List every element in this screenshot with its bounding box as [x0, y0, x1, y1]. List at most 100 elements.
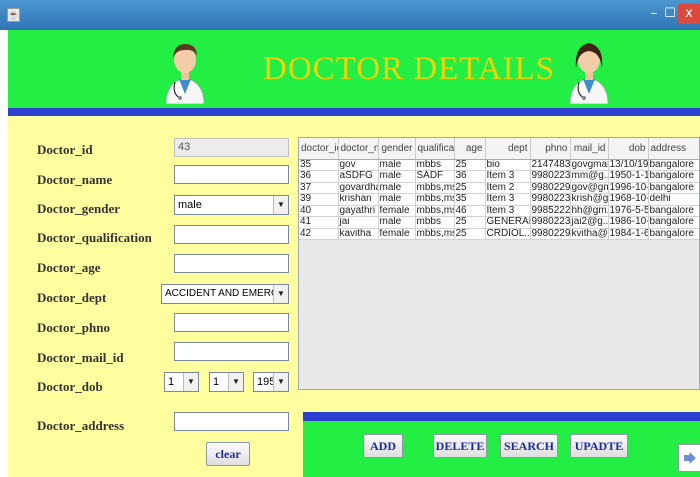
table-cell: Item 2	[485, 182, 531, 194]
doctor-age-label: Doctor_age	[37, 260, 101, 275]
gender-select[interactable]: male ▼	[174, 195, 289, 215]
table-cell: bangalore	[648, 205, 699, 217]
table-cell: 35	[299, 159, 339, 171]
update-button[interactable]: UPADTE	[570, 434, 628, 458]
table-cell: hh@gm...	[570, 205, 609, 217]
table-row[interactable]: 37govardhanmalembbs,ms25Item 29980229...…	[299, 182, 699, 194]
table-row[interactable]: 42 kavitha female mbbs,ms 25 CRDIOL... 9980229…	[299, 228, 699, 240]
table-cell: 36	[299, 170, 339, 183]
table-cell: 13/10/19...	[608, 159, 649, 171]
table-cell: 37	[299, 182, 339, 194]
table-cell: mbbs	[415, 159, 455, 171]
doctor-table[interactable]: doctor_iddoctor_n...genderqualificat...a…	[298, 137, 700, 390]
minimize-button[interactable]: –	[646, 4, 662, 24]
table-cell: 46	[454, 205, 486, 217]
column-header[interactable]: mail_id	[570, 138, 609, 160]
table-cell: govgmai...	[570, 159, 609, 171]
doctor-id-field: 43	[174, 138, 289, 157]
dob-day-value: 1	[168, 376, 175, 388]
column-header[interactable]: doctor_id	[299, 138, 339, 160]
table-row[interactable]: 40gayathrifemalembbs,ms46Item 39985222..…	[299, 205, 699, 217]
doctor-phno-field[interactable]	[174, 313, 289, 332]
table-cell: gov	[338, 159, 379, 171]
table-cell: male	[378, 193, 416, 206]
table-cell: krishan	[338, 193, 379, 206]
doctor-qualification-label: Doctor_qualification	[37, 230, 152, 245]
java-icon: ☕	[7, 8, 20, 22]
table-cell: bio	[485, 159, 531, 171]
next-button[interactable]	[678, 444, 700, 472]
table-cell: bangalore	[648, 170, 699, 183]
table-row[interactable]: 41jaimalembbs25GENERAL9980223...jai2@g..…	[299, 216, 699, 229]
table-cell: Item 3	[485, 193, 531, 206]
table-cell: mbbs,ms	[415, 205, 455, 217]
table-cell: gov@gm...	[570, 182, 609, 194]
close-button[interactable]: x	[678, 4, 700, 24]
table-header: doctor_iddoctor_n...genderqualificat...a…	[299, 138, 699, 160]
table-cell: Item 3	[485, 205, 531, 217]
table-cell: 9980223...	[530, 193, 571, 206]
chevron-down-icon: ▼	[273, 285, 288, 303]
doctor-icon	[165, 44, 205, 104]
table-cell: mbbs,ms	[415, 228, 455, 240]
column-header[interactable]: phno	[530, 138, 571, 160]
table-cell: krish@g...	[570, 193, 609, 206]
table-cell: female	[378, 205, 416, 217]
column-header[interactable]: dept	[485, 138, 531, 160]
chevron-down-icon: ▼	[228, 373, 243, 391]
column-header[interactable]: gender	[378, 138, 416, 160]
clear-button[interactable]: clear	[206, 442, 250, 466]
table-cell: 42	[299, 228, 339, 240]
column-header[interactable]: address	[648, 138, 699, 160]
doctor-address-field[interactable]	[174, 412, 289, 431]
dob-year-select[interactable]: 1950 ▼	[253, 372, 289, 392]
table-row[interactable]: 36aSDFGmaleSADF36Item 39980223...mm@g...…	[299, 170, 699, 183]
window-titlebar: ☕ – ☐ x	[0, 0, 700, 30]
table-cell: mbbs	[415, 216, 455, 229]
dob-day-select[interactable]: 1 ▼	[164, 372, 199, 392]
add-button[interactable]: ADD	[363, 434, 403, 458]
table-row[interactable]: 35govmalembbs25bio2147483...govgmai...13…	[299, 159, 699, 171]
table-cell: 9980229...	[530, 182, 571, 194]
table-cell: 1986-10-...	[608, 216, 649, 229]
table-cell: male	[378, 170, 416, 183]
table-cell: 36	[454, 170, 486, 183]
table-row[interactable]: 39krishanmalembbs,ms35Item 39980223...kr…	[299, 193, 699, 206]
column-header[interactable]: doctor_n...	[338, 138, 379, 160]
doctor-id-label: Doctor_id	[37, 142, 93, 157]
table-cell: 41	[299, 216, 339, 229]
table-cell: jai2@g...	[570, 216, 609, 229]
table-cell: 25	[454, 159, 486, 171]
table-cell: male	[378, 159, 416, 171]
column-header[interactable]: qualificat...	[415, 138, 455, 160]
table-cell: 39	[299, 193, 339, 206]
table-cell: kvitha@...	[570, 228, 609, 240]
table-cell: male	[378, 216, 416, 229]
doctor-name-field[interactable]	[174, 165, 289, 184]
table-cell: 25	[454, 182, 486, 194]
table-cell: male	[378, 182, 416, 194]
table-cell: 35	[454, 193, 486, 206]
search-button[interactable]: SEARCH	[500, 434, 558, 458]
table-cell: 25	[454, 228, 486, 240]
table-cell: kavitha	[338, 228, 379, 240]
header-divider	[8, 108, 700, 116]
column-header[interactable]: age	[454, 138, 486, 160]
table-cell: GENERAL	[485, 216, 531, 229]
delete-button[interactable]: DELETE	[433, 434, 487, 458]
table-cell: female	[378, 228, 416, 240]
dept-value: ACCIDENT AND EMERG	[165, 288, 279, 299]
doctor-qualification-field[interactable]	[174, 225, 289, 244]
doctor-age-field[interactable]	[174, 254, 289, 273]
dob-month-select[interactable]: 1 ▼	[209, 372, 244, 392]
table-cell: mbbs,ms	[415, 193, 455, 206]
table-cell: 9985222...	[530, 205, 571, 217]
column-header[interactable]: dob	[608, 138, 649, 160]
doctor-mail-field[interactable]	[174, 342, 289, 361]
maximize-button[interactable]: ☐	[662, 4, 678, 24]
dept-select[interactable]: ACCIDENT AND EMERG ▼	[161, 284, 289, 304]
table-cell: 1976-5-5	[608, 205, 649, 217]
table-cell: Item 3	[485, 170, 531, 183]
table-body: 35govmalembbs25bio2147483...govgmai...13…	[299, 159, 699, 240]
table-cell: bangalore	[648, 228, 699, 240]
